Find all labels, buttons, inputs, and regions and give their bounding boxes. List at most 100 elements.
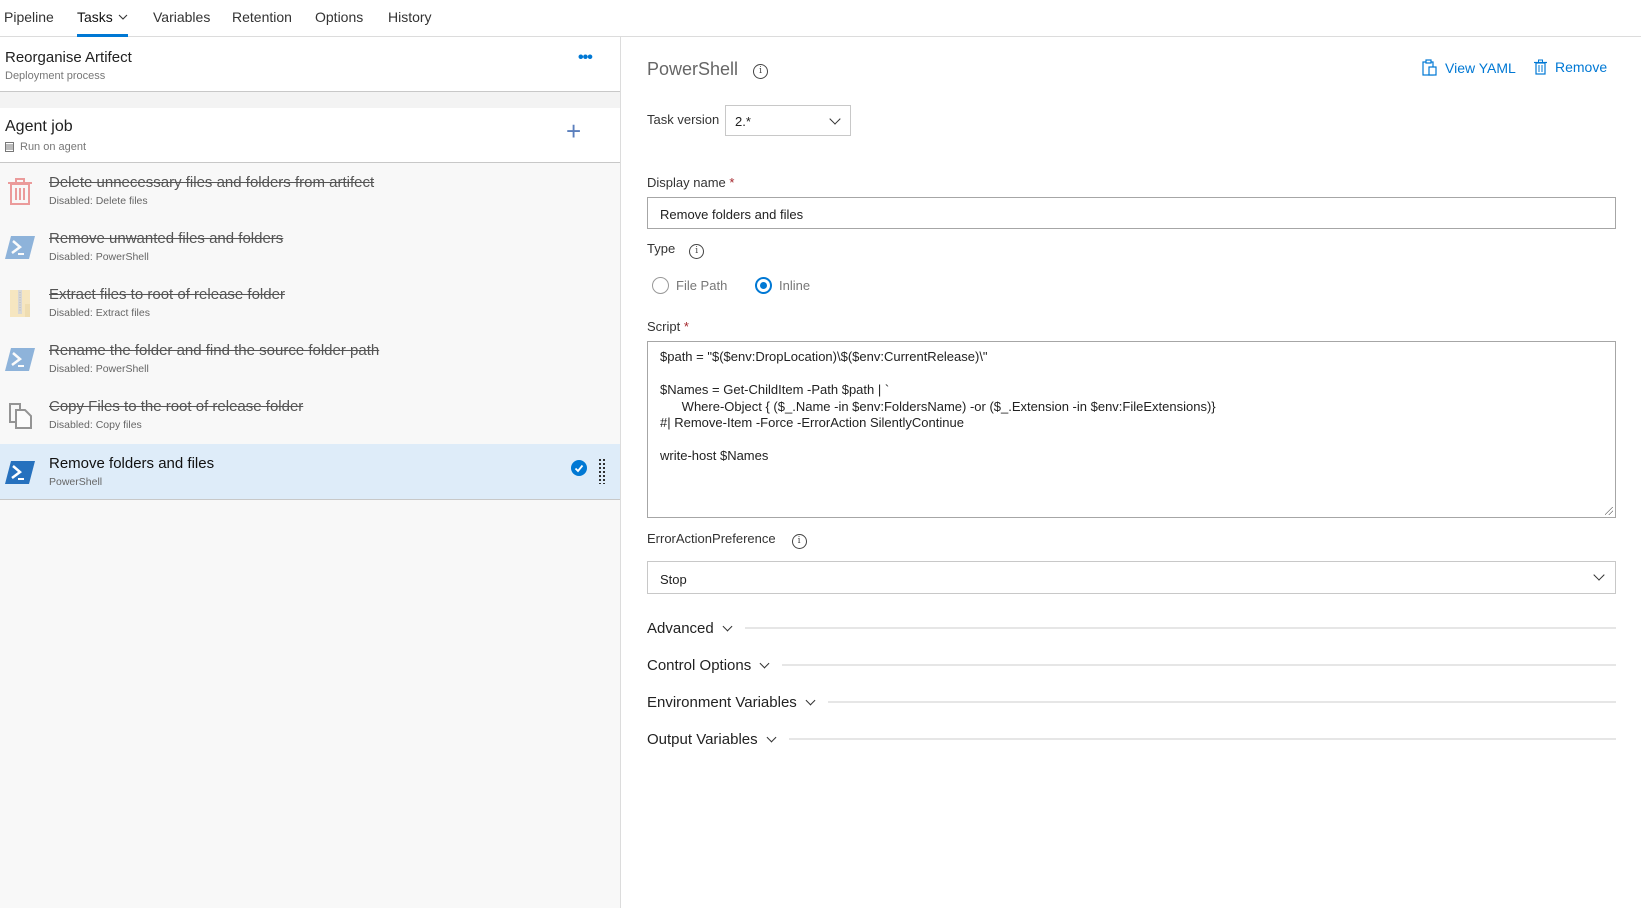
top-nav: Pipeline Tasks Variables Retention Optio… bbox=[0, 0, 1641, 37]
remove-button[interactable]: Remove bbox=[1534, 59, 1607, 75]
radio-label: Inline bbox=[779, 278, 811, 293]
task-subtitle: Disabled: PowerShell bbox=[49, 363, 149, 375]
task-item[interactable]: Copy Files to the root of release folder… bbox=[0, 387, 620, 443]
chevron-down-icon bbox=[759, 658, 770, 668]
plus-icon[interactable]: + bbox=[566, 118, 581, 144]
chevron-down-icon bbox=[829, 113, 841, 125]
divider bbox=[788, 738, 1616, 740]
section-output-variables[interactable]: Output Variables bbox=[647, 729, 1616, 749]
info-icon[interactable]: i bbox=[753, 64, 769, 79]
task-detail-title: PowerShell i bbox=[647, 59, 769, 80]
chevron-down-icon bbox=[118, 14, 128, 20]
type-label: Type i bbox=[647, 241, 705, 259]
section-control-options[interactable]: Control Options bbox=[647, 655, 1616, 675]
agent-job[interactable]: Agent job Run on agent + bbox=[0, 108, 620, 163]
agent-job-subtitle-text: Run on agent bbox=[20, 141, 87, 153]
task-version-dropdown[interactable]: 2.* bbox=[725, 105, 851, 136]
tab-pipeline[interactable]: Pipeline bbox=[4, 9, 54, 25]
task-subtitle: Disabled: Extract files bbox=[49, 307, 150, 319]
display-name-value: Remove folders and files bbox=[660, 207, 804, 222]
error-pref-value: Stop bbox=[660, 572, 687, 587]
task-title: Remove folders and files bbox=[49, 455, 215, 472]
tab-variables[interactable]: Variables bbox=[153, 9, 210, 25]
tab-label: Tasks bbox=[77, 9, 113, 25]
radio-circle bbox=[652, 277, 669, 294]
tab-label: Options bbox=[315, 9, 364, 25]
radio-label: File Path bbox=[676, 278, 728, 293]
tab-options[interactable]: Options bbox=[315, 9, 363, 25]
tab-label: Variables bbox=[153, 9, 211, 25]
ellipsis-icon[interactable]: ••• bbox=[578, 49, 593, 67]
display-name-label: Display name * bbox=[647, 175, 734, 190]
process-header[interactable]: Reorganise Artifect Deployment process •… bbox=[0, 37, 620, 92]
task-version-label: Task version bbox=[647, 112, 720, 127]
task-item[interactable]: Delete unnecessary files and folders fro… bbox=[0, 163, 620, 219]
task-list-panel: Reorganise Artifect Deployment process •… bbox=[0, 37, 621, 908]
task-title: Delete unnecessary files and folders fro… bbox=[49, 174, 375, 191]
script-content: $path = "$($env:DropLocation)\$($env:Cur… bbox=[660, 349, 1216, 463]
task-type-title: PowerShell bbox=[647, 59, 739, 79]
task-subtitle: Disabled: Delete files bbox=[49, 195, 148, 207]
task-title: Extract files to root of release folder bbox=[49, 286, 285, 303]
powershell-icon bbox=[5, 236, 35, 259]
server-icon bbox=[5, 142, 14, 152]
trash-icon bbox=[1534, 59, 1547, 75]
task-subtitle: Disabled: PowerShell bbox=[49, 251, 149, 263]
divider bbox=[827, 701, 1616, 703]
trash-icon bbox=[8, 178, 32, 205]
required-mark: * bbox=[729, 175, 735, 190]
chevron-down-icon bbox=[766, 732, 777, 742]
process-title: Reorganise Artifect bbox=[5, 49, 132, 66]
info-icon[interactable]: i bbox=[689, 244, 705, 259]
view-yaml-button[interactable]: View YAML bbox=[1422, 59, 1516, 76]
powershell-icon bbox=[5, 348, 35, 371]
task-item[interactable]: Rename the folder and find the source fo… bbox=[0, 331, 620, 387]
section-label: Advanced bbox=[647, 619, 714, 637]
section-environment-variables[interactable]: Environment Variables bbox=[647, 692, 1616, 712]
task-title: Rename the folder and find the source fo… bbox=[49, 342, 380, 359]
required-mark: * bbox=[683, 319, 689, 334]
drag-handle-icon[interactable] bbox=[598, 458, 606, 484]
tab-tasks[interactable]: Tasks bbox=[77, 9, 128, 37]
chevron-down-icon bbox=[722, 621, 733, 631]
task-title: Remove unwanted files and folders bbox=[49, 230, 284, 247]
script-label: Script * bbox=[647, 319, 689, 334]
agent-job-title: Agent job bbox=[5, 118, 73, 135]
task-item[interactable]: Extract files to root of release folder … bbox=[0, 275, 620, 331]
view-yaml-label: View YAML bbox=[1445, 59, 1516, 76]
type-label-text: Type bbox=[647, 241, 676, 256]
copy-icon bbox=[9, 403, 32, 429]
zip-icon bbox=[10, 290, 30, 317]
task-subtitle: Disabled: Copy files bbox=[49, 419, 142, 431]
task-version-value: 2.* bbox=[735, 114, 751, 129]
error-action-preference-dropdown[interactable]: Stop bbox=[647, 561, 1616, 594]
task-title: Copy Files to the root of release folder bbox=[49, 398, 304, 415]
section-label: Environment Variables bbox=[647, 693, 797, 711]
divider bbox=[744, 627, 1616, 629]
section-label: Control Options bbox=[647, 656, 752, 674]
info-icon[interactable]: i bbox=[791, 534, 807, 549]
tab-label: Retention bbox=[232, 9, 292, 25]
agent-job-subtitle: Run on agent bbox=[5, 141, 86, 153]
tab-history[interactable]: History bbox=[388, 9, 432, 25]
radio-inline[interactable]: Inline bbox=[755, 277, 810, 294]
error-pref-label-text: ErrorActionPreference bbox=[647, 531, 776, 546]
radio-file-path[interactable]: File Path bbox=[652, 277, 727, 294]
check-circle-icon[interactable] bbox=[571, 460, 587, 476]
tab-label: History bbox=[388, 9, 432, 25]
resize-handle-icon[interactable] bbox=[1605, 507, 1613, 515]
task-item-selected[interactable]: Remove folders and files PowerShell bbox=[0, 444, 620, 500]
chevron-down-icon bbox=[1593, 569, 1605, 581]
error-action-preference-label: ErrorActionPreference i bbox=[647, 531, 807, 549]
task-detail-panel: PowerShell i View YAML Remove Task versi… bbox=[621, 37, 1641, 908]
tab-label: Pipeline bbox=[4, 9, 54, 25]
section-advanced[interactable]: Advanced bbox=[647, 618, 1616, 638]
powershell-icon bbox=[5, 461, 35, 484]
tab-retention[interactable]: Retention bbox=[232, 9, 292, 25]
display-name-input[interactable]: Remove folders and files bbox=[647, 197, 1616, 229]
task-subtitle: PowerShell bbox=[49, 476, 103, 488]
remove-label: Remove bbox=[1555, 59, 1608, 75]
divider bbox=[782, 664, 1616, 666]
script-textarea[interactable]: $path = "$($env:DropLocation)\$($env:Cur… bbox=[647, 341, 1616, 518]
task-item[interactable]: Remove unwanted files and folders Disabl… bbox=[0, 219, 620, 275]
